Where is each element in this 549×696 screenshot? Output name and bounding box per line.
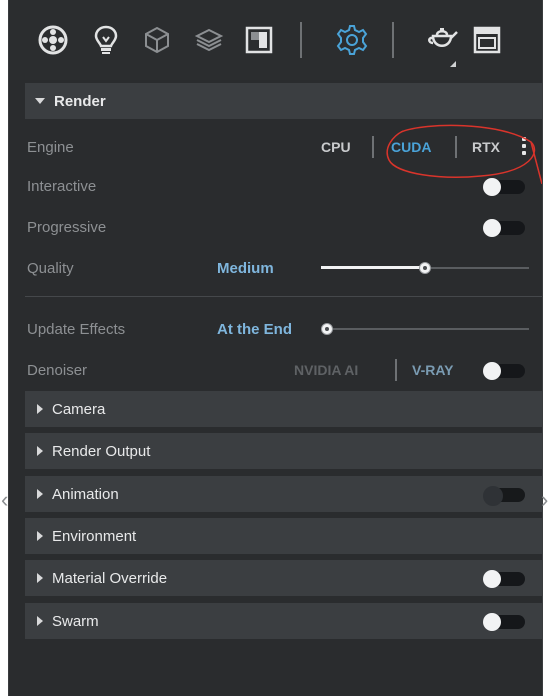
render-title: Render <box>54 92 106 110</box>
update-effects-label: Update Effects <box>27 321 126 338</box>
section-swarm[interactable]: Swarm <box>25 603 542 639</box>
interactive-label: Interactive <box>27 178 97 195</box>
quality-slider-handle[interactable] <box>419 262 431 274</box>
layers-icon[interactable] <box>189 20 229 60</box>
dropdown-corner-icon <box>450 61 456 67</box>
quality-slider-fill <box>321 266 425 269</box>
denoiser-option-v-ray[interactable]: V-RAY <box>412 362 454 378</box>
expand-arrow-icon <box>37 446 43 456</box>
render-section-header[interactable]: Render <box>25 83 542 119</box>
expand-arrow-icon <box>37 404 43 414</box>
expand-arrow-icon <box>37 531 43 541</box>
section-environment[interactable]: Environment <box>25 518 542 554</box>
section-label: Material Override <box>52 569 168 587</box>
section-label: Camera <box>52 400 106 418</box>
toolbar-separator <box>392 22 394 58</box>
toolbar <box>9 0 542 80</box>
vray-settings-panel: Render Engine CPU CUDA RTX Interactive P… <box>8 0 543 696</box>
right-collapse-arrow-icon[interactable]: › <box>541 487 548 513</box>
cube-icon[interactable] <box>137 20 177 60</box>
divider <box>25 296 542 297</box>
update-effects-slider-handle[interactable] <box>321 323 333 335</box>
collapse-arrow-icon <box>35 98 45 104</box>
texture-icon[interactable] <box>239 20 279 60</box>
section-animation[interactable]: Animation <box>25 476 542 512</box>
denoiser-toggle[interactable] <box>483 362 525 380</box>
section-label: Swarm <box>52 612 99 630</box>
denoiser-label: Denoiser <box>27 362 88 379</box>
expand-arrow-icon <box>37 616 43 626</box>
teapot-icon[interactable] <box>422 20 462 60</box>
animation-toggle[interactable] <box>483 486 525 506</box>
section-label: Render Output <box>52 442 151 460</box>
annotation-circle <box>386 124 542 184</box>
progressive-label: Progressive <box>27 219 107 236</box>
toolbar-separator <box>300 22 302 58</box>
update-effects-slider-track[interactable] <box>327 328 529 330</box>
progressive-toggle[interactable] <box>483 219 525 237</box>
quality-value: Medium <box>217 260 274 277</box>
material-override-toggle[interactable] <box>483 570 525 588</box>
section-label: Animation <box>52 485 119 503</box>
section-material-override[interactable]: Material Override <box>25 560 542 596</box>
gear-icon[interactable] <box>332 20 372 60</box>
lightbulb-icon[interactable] <box>86 20 126 60</box>
section-label: Environment <box>52 527 137 545</box>
left-collapse-arrow-icon[interactable]: ‹ <box>1 487 8 513</box>
section-render-output[interactable]: Render Output <box>25 433 542 469</box>
section-camera[interactable]: Camera <box>25 391 542 427</box>
expand-arrow-icon <box>37 489 43 499</box>
quality-label: Quality <box>27 260 74 277</box>
update-effects-value: At the End <box>217 321 292 338</box>
engine-option-cpu[interactable]: CPU <box>321 139 351 155</box>
expand-arrow-icon <box>37 573 43 583</box>
option-separator <box>395 359 397 381</box>
frame-buffer-icon[interactable] <box>467 20 507 60</box>
settings-wheel-icon[interactable] <box>33 20 73 60</box>
swarm-toggle[interactable] <box>483 613 525 631</box>
denoiser-option-nvidia-ai[interactable]: NVIDIA AI <box>294 362 358 378</box>
engine-label: Engine <box>27 139 74 156</box>
interactive-toggle[interactable] <box>483 178 525 196</box>
option-separator <box>372 136 374 158</box>
